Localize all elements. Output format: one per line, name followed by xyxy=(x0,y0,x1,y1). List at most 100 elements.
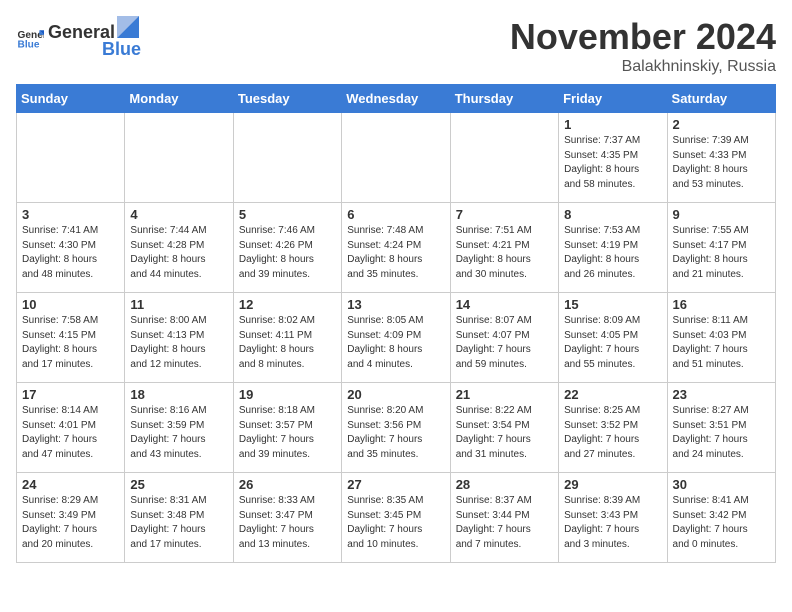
calendar-cell: 16 Sunrise: 8:11 AMSunset: 4:03 PMDayligh… xyxy=(667,293,775,383)
day-info: Sunrise: 7:44 AMSunset: 4:28 PMDaylight:… xyxy=(130,224,227,282)
day-info: Sunrise: 8:11 AMSunset: 4:03 PMDaylight:… xyxy=(673,314,770,372)
calendar-cell: 19 Sunrise: 8:18 AMSunset: 3:57 PMDayligh… xyxy=(233,383,341,473)
svg-text:Blue: Blue xyxy=(18,39,40,50)
header-sunday: Sunday xyxy=(17,85,125,113)
calendar-cell xyxy=(233,113,341,203)
day-info: Sunrise: 7:37 AMSunset: 4:35 PMDaylight:… xyxy=(564,134,661,192)
day-info: Sunrise: 8:35 AMSunset: 3:45 PMDaylight:… xyxy=(347,494,444,552)
day-info: Sunrise: 7:46 AMSunset: 4:26 PMDaylight:… xyxy=(239,224,336,282)
day-info: Sunrise: 8:33 AMSunset: 3:47 PMDaylight:… xyxy=(239,494,336,552)
calendar-cell: 7Sunrise: 7:51 AMSunset: 4:21 PMDaylight… xyxy=(450,203,558,293)
day-info: Sunrise: 7:48 AMSunset: 4:24 PMDaylight:… xyxy=(347,224,444,282)
day-info: Sunrise: 8:41 AMSunset: 3:42 PMDaylight:… xyxy=(673,494,770,552)
day-number: 14 xyxy=(456,297,553,312)
day-info: Sunrise: 8:31 AMSunset: 3:48 PMDaylight:… xyxy=(130,494,227,552)
calendar-cell: 23Sunrise: 8:27 AMSunset: 3:51 PMDayligh… xyxy=(667,383,775,473)
day-info: Sunrise: 7:41 AMSunset: 4:30 PMDaylight:… xyxy=(22,224,119,282)
day-number: 2 xyxy=(673,117,770,132)
day-number: 5 xyxy=(239,207,336,222)
day-number: 24 xyxy=(22,477,119,492)
day-info: Sunrise: 8:25 AMSunset: 3:52 PMDaylight:… xyxy=(564,404,661,462)
week-row-3: 10 Sunrise: 7:58 AMSunset: 4:15 PMDayligh… xyxy=(17,293,776,383)
week-row-5: 24 Sunrise: 8:29 AMSunset: 3:49 PMDayligh… xyxy=(17,473,776,563)
calendar-table: SundayMondayTuesdayWednesdayThursdayFrid… xyxy=(16,84,776,563)
calendar-cell: 9Sunrise: 7:55 AMSunset: 4:17 PMDaylight… xyxy=(667,203,775,293)
calendar-cell: 20 Sunrise: 8:20 AMSunset: 3:56 PMDayligh… xyxy=(342,383,450,473)
calendar-cell: 6 Sunrise: 7:48 AMSunset: 4:24 PMDaylight… xyxy=(342,203,450,293)
day-info: Sunrise: 8:39 AMSunset: 3:43 PMDaylight:… xyxy=(564,494,661,552)
day-number: 25 xyxy=(130,477,227,492)
header-monday: Monday xyxy=(125,85,233,113)
calendar-header-row: SundayMondayTuesdayWednesdayThursdayFrid… xyxy=(17,85,776,113)
calendar-cell: 13Sunrise: 8:05 AMSunset: 4:09 PMDayligh… xyxy=(342,293,450,383)
day-number: 16 xyxy=(673,297,770,312)
day-info: Sunrise: 8:09 AMSunset: 4:05 PMDaylight:… xyxy=(564,314,661,372)
calendar-cell: 21Sunrise: 8:22 AMSunset: 3:54 PMDayligh… xyxy=(450,383,558,473)
calendar-cell: 2 Sunrise: 7:39 AMSunset: 4:33 PMDaylight… xyxy=(667,113,775,203)
header-saturday: Saturday xyxy=(667,85,775,113)
calendar-cell: 25 Sunrise: 8:31 AMSunset: 3:48 PMDayligh… xyxy=(125,473,233,563)
day-info: Sunrise: 7:58 AMSunset: 4:15 PMDaylight:… xyxy=(22,314,119,372)
calendar-cell xyxy=(17,113,125,203)
location: Balakhninskiy, Russia xyxy=(510,58,776,76)
day-info: Sunrise: 8:20 AMSunset: 3:56 PMDaylight:… xyxy=(347,404,444,462)
calendar-cell: 14 Sunrise: 8:07 AMSunset: 4:07 PMDayligh… xyxy=(450,293,558,383)
calendar-cell: 27Sunrise: 8:35 AMSunset: 3:45 PMDayligh… xyxy=(342,473,450,563)
calendar-cell: 26 Sunrise: 8:33 AMSunset: 3:47 PMDayligh… xyxy=(233,473,341,563)
calendar-cell: 10 Sunrise: 7:58 AMSunset: 4:15 PMDayligh… xyxy=(17,293,125,383)
day-info: Sunrise: 8:18 AMSunset: 3:57 PMDaylight:… xyxy=(239,404,336,462)
header-wednesday: Wednesday xyxy=(342,85,450,113)
day-info: Sunrise: 8:16 AMSunset: 3:59 PMDaylight:… xyxy=(130,404,227,462)
calendar-cell: 12Sunrise: 8:02 AMSunset: 4:11 PMDayligh… xyxy=(233,293,341,383)
day-number: 6 xyxy=(347,207,444,222)
calendar-cell: 29 Sunrise: 8:39 AMSunset: 3:43 PMDayligh… xyxy=(559,473,667,563)
day-number: 8 xyxy=(564,207,661,222)
month-title: November 2024 xyxy=(510,16,776,58)
day-number: 4 xyxy=(130,207,227,222)
day-number: 7 xyxy=(456,207,553,222)
day-info: Sunrise: 8:14 AMSunset: 4:01 PMDaylight:… xyxy=(22,404,119,462)
calendar-cell: 24 Sunrise: 8:29 AMSunset: 3:49 PMDayligh… xyxy=(17,473,125,563)
day-number: 19 xyxy=(239,387,336,402)
day-number: 20 xyxy=(347,387,444,402)
day-info: Sunrise: 8:05 AMSunset: 4:09 PMDaylight:… xyxy=(347,314,444,372)
calendar-cell xyxy=(342,113,450,203)
day-number: 22 xyxy=(564,387,661,402)
day-number: 18 xyxy=(130,387,227,402)
calendar-cell: 8 Sunrise: 7:53 AMSunset: 4:19 PMDaylight… xyxy=(559,203,667,293)
logo-icon: General Blue xyxy=(16,24,44,52)
day-info: Sunrise: 8:00 AMSunset: 4:13 PMDaylight:… xyxy=(130,314,227,372)
day-number: 1 xyxy=(564,117,661,132)
day-number: 29 xyxy=(564,477,661,492)
week-row-2: 3Sunrise: 7:41 AMSunset: 4:30 PMDaylight… xyxy=(17,203,776,293)
calendar-cell: 15 Sunrise: 8:09 AMSunset: 4:05 PMDayligh… xyxy=(559,293,667,383)
day-info: Sunrise: 7:39 AMSunset: 4:33 PMDaylight:… xyxy=(673,134,770,192)
day-info: Sunrise: 8:29 AMSunset: 3:49 PMDaylight:… xyxy=(22,494,119,552)
day-number: 26 xyxy=(239,477,336,492)
day-number: 30 xyxy=(673,477,770,492)
header-tuesday: Tuesday xyxy=(233,85,341,113)
day-info: Sunrise: 7:55 AMSunset: 4:17 PMDaylight:… xyxy=(673,224,770,282)
day-number: 10 xyxy=(22,297,119,312)
day-number: 17 xyxy=(22,387,119,402)
calendar-cell: 5 Sunrise: 7:46 AMSunset: 4:26 PMDaylight… xyxy=(233,203,341,293)
day-info: Sunrise: 8:37 AMSunset: 3:44 PMDaylight:… xyxy=(456,494,553,552)
day-info: Sunrise: 8:02 AMSunset: 4:11 PMDaylight:… xyxy=(239,314,336,372)
page-header: General Blue General Blue November 2024 … xyxy=(16,16,776,76)
title-section: November 2024 Balakhninskiy, Russia xyxy=(510,16,776,76)
week-row-1: 1 Sunrise: 7:37 AMSunset: 4:35 PMDaylight… xyxy=(17,113,776,203)
calendar-cell xyxy=(450,113,558,203)
logo-blue: Blue xyxy=(102,39,141,59)
day-number: 15 xyxy=(564,297,661,312)
calendar-cell: 18 Sunrise: 8:16 AMSunset: 3:59 PMDayligh… xyxy=(125,383,233,473)
day-info: Sunrise: 7:53 AMSunset: 4:19 PMDaylight:… xyxy=(564,224,661,282)
day-info: Sunrise: 8:22 AMSunset: 3:54 PMDaylight:… xyxy=(456,404,553,462)
day-info: Sunrise: 8:07 AMSunset: 4:07 PMDaylight:… xyxy=(456,314,553,372)
calendar-cell xyxy=(125,113,233,203)
week-row-4: 17 Sunrise: 8:14 AMSunset: 4:01 PMDayligh… xyxy=(17,383,776,473)
day-number: 11 xyxy=(130,297,227,312)
calendar-cell: 22 Sunrise: 8:25 AMSunset: 3:52 PMDayligh… xyxy=(559,383,667,473)
calendar-cell: 30 Sunrise: 8:41 AMSunset: 3:42 PMDayligh… xyxy=(667,473,775,563)
header-friday: Friday xyxy=(559,85,667,113)
calendar-cell: 28Sunrise: 8:37 AMSunset: 3:44 PMDayligh… xyxy=(450,473,558,563)
